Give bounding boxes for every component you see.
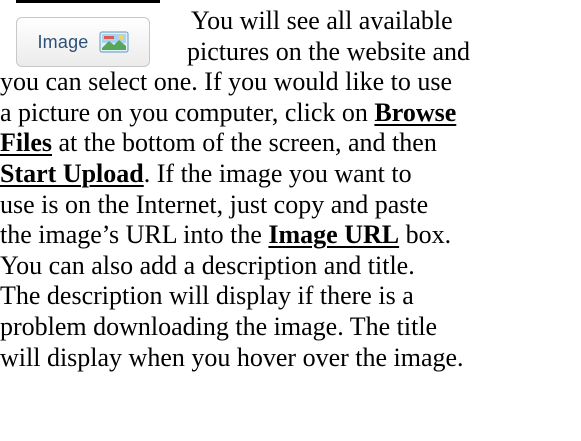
paragraph-line: use is on the Internet, just copy and pa… <box>0 189 429 219</box>
paragraph-text: at the bottom of the screen, and then <box>52 128 437 158</box>
paragraph-text: . If the image you want to <box>143 158 412 188</box>
paragraph-text: box. <box>399 220 452 250</box>
paragraph-text: a picture on you computer, click on <box>0 97 375 127</box>
instructions-paragraph: You will see all available pictures on t… <box>0 0 581 373</box>
paragraph-line: Start Upload. If the image you want to <box>0 159 581 190</box>
paragraph-line: will display when you hover over the ima… <box>0 342 464 372</box>
start-upload-link: Start Upload <box>0 158 144 188</box>
paragraph-line: pictures on the website and <box>187 36 471 66</box>
paragraph-line: a picture on you computer, click on Brow… <box>0 98 581 129</box>
paragraph-line: The description will display if there is… <box>0 281 414 311</box>
paragraph-text: the image’s URL into the <box>0 220 269 250</box>
paragraph-line: problem downloading the image. The title <box>0 311 438 341</box>
browse-files-link-cont: Files <box>0 128 52 158</box>
paragraph-line: Files at the bottom of the screen, and t… <box>0 128 581 159</box>
paragraph-line: You can also add a description and title… <box>0 250 415 280</box>
browse-files-link: Browse <box>374 97 457 127</box>
paragraph-line: the image’s URL into the Image URL box. <box>0 220 581 251</box>
image-url-link: Image URL <box>268 220 400 250</box>
paragraph-line: you can select one. If you would like to… <box>0 67 452 97</box>
paragraph-line: You will see all available <box>191 6 453 35</box>
